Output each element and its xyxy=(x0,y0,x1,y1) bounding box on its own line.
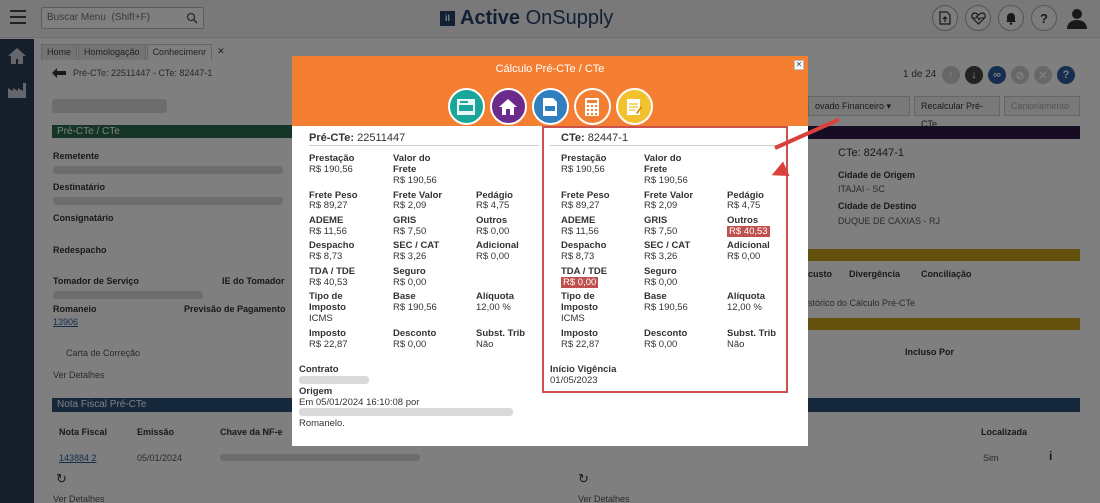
contrato-label: Contrato xyxy=(299,364,339,375)
cte-aliquota-label: Alíquota xyxy=(727,291,765,302)
cte-tipo-imposto-label: Tipo de Imposto xyxy=(561,291,598,313)
precte-sec-cat-label: SEC / CAT xyxy=(393,240,440,251)
inicio-vigencia-value: 01/05/2023 xyxy=(550,375,598,386)
precte-frete-peso-value: R$ 89,27 xyxy=(309,200,348,211)
precte-subst-trib-label: Subst. Trib xyxy=(476,328,526,339)
precte-tipo-imposto-label: Tipo de Imposto xyxy=(309,291,346,313)
precte-despacho-value: R$ 8,73 xyxy=(309,251,343,262)
precte-outros-label: Outros xyxy=(476,215,508,226)
cte-aliquota-value: 12,00 % xyxy=(727,302,762,313)
cte-base-label: Base xyxy=(644,291,667,302)
precte-imposto-value: R$ 22,87 xyxy=(309,339,348,350)
cte-valor-frete-label: Valor do Frete xyxy=(644,153,682,175)
precte-pedagio-value: R$ 4,75 xyxy=(476,200,510,211)
precte-valor-frete-value: R$ 190,56 xyxy=(393,175,437,186)
cte-frete-valor-value: R$ 2,09 xyxy=(644,200,678,211)
cte-prestacao-label: Prestação xyxy=(561,153,607,164)
precte-heading-label: Pré-CTe: xyxy=(309,132,355,144)
cte-tda-tde-value: R$ 0,00 xyxy=(561,277,599,288)
cte-seguro-value: R$ 0,00 xyxy=(644,277,678,288)
calculo-modal: Cálculo Pré-CTe / CTe ✕ Pré-CTe: 2251144… xyxy=(292,56,808,446)
modal-header: Cálculo Pré-CTe / CTe ✕ xyxy=(292,56,808,126)
cte-seguro-label: Seguro xyxy=(644,266,677,277)
precte-seguro-label: Seguro xyxy=(393,266,426,277)
modal-icon-row xyxy=(292,88,808,125)
cte-subst-trib-label: Subst. Trib xyxy=(727,328,777,339)
cte-heading-label: CTe: xyxy=(561,132,585,144)
precte-gris-value: R$ 7,50 xyxy=(393,226,427,237)
precte-aliquota-label: Alíquota xyxy=(476,291,514,302)
cte-imposto-value: R$ 22,87 xyxy=(561,339,600,350)
origem-text-1: Em 05/01/2024 16:10:08 por xyxy=(299,397,420,408)
precte-sec-cat-value: R$ 3,26 xyxy=(393,251,427,262)
cte-adicional-label: Adicional xyxy=(727,240,770,251)
notes-icon[interactable] xyxy=(615,88,653,125)
cte-subst-trib-value: Não xyxy=(727,339,745,350)
xml-doc-icon[interactable] xyxy=(531,88,569,125)
cte-sec-cat-value: R$ 3,26 xyxy=(644,251,678,262)
cte-imposto-label: Imposto xyxy=(561,328,598,339)
origem-label: Origem xyxy=(299,386,333,397)
precte-desconto-label: Desconto xyxy=(393,328,437,339)
cte-gris-value: R$ 7,50 xyxy=(644,226,678,237)
origem-text-2: Romanelo. xyxy=(299,418,345,429)
precte-valor-frete-label: Valor do Frete xyxy=(393,153,431,175)
cte-desconto-label: Desconto xyxy=(644,328,688,339)
cte-doc-icon[interactable] xyxy=(447,88,485,125)
house-icon[interactable] xyxy=(489,88,527,125)
precte-tda-tde-value: R$ 40,53 xyxy=(309,277,348,288)
precte-prestacao-value: R$ 190,56 xyxy=(309,164,353,175)
precte-heading: Pré-CTe: 22511447 xyxy=(309,132,405,144)
precte-heading-value: 22511447 xyxy=(357,132,406,144)
precte-gris-label: GRIS xyxy=(393,215,417,226)
precte-tda-tde-label: TDA / TDE xyxy=(309,266,356,277)
precte-adicional-value: R$ 0,00 xyxy=(476,251,510,262)
cte-base-value: R$ 190,56 xyxy=(644,302,688,313)
cte-heading: CTe: 82447-1 xyxy=(561,132,628,144)
precte-ademe-label: ADEME xyxy=(309,215,344,226)
cte-outros-value: R$ 40,53 xyxy=(727,226,770,237)
cte-prestacao-value: R$ 190,56 xyxy=(561,164,605,175)
precte-outros-value: R$ 0,00 xyxy=(476,226,510,237)
cte-pedagio-value: R$ 4,75 xyxy=(727,200,761,211)
calculator-icon[interactable] xyxy=(573,88,611,125)
cte-ademe-value: R$ 11,56 xyxy=(561,226,599,237)
cte-heading-line xyxy=(550,145,782,146)
precte-seguro-value: R$ 0,00 xyxy=(393,277,427,288)
close-icon[interactable]: ✕ xyxy=(794,60,804,70)
precte-adicional-label: Adicional xyxy=(476,240,519,251)
cte-outros-label: Outros xyxy=(727,215,759,226)
cte-ademe-label: ADEME xyxy=(561,215,596,226)
precte-tipo-imposto-value: ICMS xyxy=(309,313,333,324)
cte-despacho-label: Despacho xyxy=(561,240,607,251)
precte-prestacao-label: Prestação xyxy=(309,153,355,164)
precte-imposto-label: Imposto xyxy=(309,328,346,339)
precte-heading-line xyxy=(309,145,539,146)
cte-frete-peso-value: R$ 89,27 xyxy=(561,200,600,211)
cte-heading-value: 82447-1 xyxy=(587,132,629,144)
cte-despacho-value: R$ 8,73 xyxy=(561,251,595,262)
cte-desconto-value: R$ 0,00 xyxy=(644,339,678,350)
precte-base-label: Base xyxy=(393,291,416,302)
cte-adicional-value: R$ 0,00 xyxy=(727,251,761,262)
precte-desconto-value: R$ 0,00 xyxy=(393,339,427,350)
cte-tipo-imposto-value: ICMS xyxy=(561,313,585,324)
cte-sec-cat-label: SEC / CAT xyxy=(644,240,691,251)
precte-frete-valor-value: R$ 2,09 xyxy=(393,200,427,211)
precte-aliquota-value: 12,00 % xyxy=(476,302,511,313)
contrato-value xyxy=(299,376,369,384)
cte-tda-tde-label: TDA / TDE xyxy=(561,266,608,277)
precte-ademe-value: R$ 11,56 xyxy=(309,226,347,237)
cte-valor-frete-value: R$ 190,56 xyxy=(644,175,688,186)
origem-user-value xyxy=(299,408,513,416)
precte-base-value: R$ 190,56 xyxy=(393,302,437,313)
precte-subst-trib-value: Não xyxy=(476,339,494,350)
cte-gris-label: GRIS xyxy=(644,215,668,226)
inicio-vigencia-label: Início Vigência xyxy=(550,364,617,375)
precte-despacho-label: Despacho xyxy=(309,240,355,251)
modal-title: Cálculo Pré-CTe / CTe xyxy=(495,63,605,75)
